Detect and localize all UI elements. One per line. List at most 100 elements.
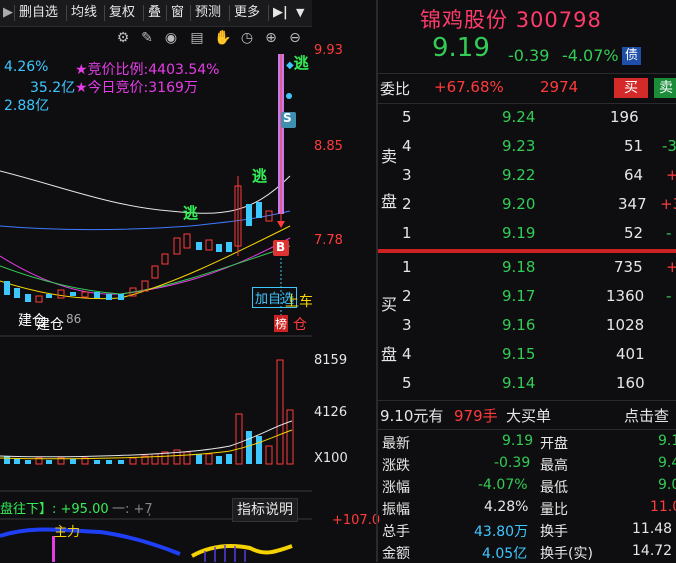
big-order-row: 9.10元有 979手 大买单 点击查: [378, 401, 676, 430]
clock-icon[interactable]: ◷: [238, 29, 256, 47]
bond-tag[interactable]: 债: [622, 47, 642, 65]
gear-icon[interactable]: ⚙: [114, 29, 132, 47]
candle: [94, 292, 100, 298]
macd-label-2: 一: +7̹: [112, 502, 153, 517]
main-force-label: 主力: [54, 525, 81, 540]
order-ratio-row: 委比 +67.68% 2974 买 卖: [378, 74, 676, 103]
current-price: 9.19: [432, 33, 490, 63]
big-order-prefix: 9.10元有: [380, 407, 444, 425]
candle: [246, 204, 252, 226]
stat-row-6: 金额 4.05亿 换手(实) 14.72: [382, 543, 673, 562]
ask-row-5[interactable]: 5 9.24 196: [378, 104, 676, 133]
volume-bars: [4, 359, 294, 465]
list-tag: 榜: [274, 315, 289, 332]
remove-watch-button[interactable]: 删自选: [16, 3, 61, 23]
chevron-down-icon[interactable]: ▼: [293, 3, 307, 23]
price-change: -0.39: [508, 46, 550, 65]
buy-button[interactable]: 买: [614, 78, 648, 98]
bid-row-1[interactable]: 1 9.18 735 +: [378, 254, 676, 283]
escape-signal-top: ◆逃: [286, 54, 309, 72]
candle: [118, 294, 124, 300]
candle: [35, 295, 43, 303]
ma-button[interactable]: 均线: [68, 3, 100, 23]
eye-icon[interactable]: ◉: [162, 29, 180, 47]
stock-code: 300798: [515, 8, 602, 32]
candle: [161, 253, 169, 265]
warehouse-tag: 仓: [293, 317, 307, 333]
candle: [25, 294, 31, 302]
stat-row-4: 振幅 4.28% 量比 11.0: [382, 499, 676, 518]
escape-signal-mid: 逃: [252, 167, 268, 185]
position-number: 86: [66, 312, 82, 326]
bid-ask-divider: [378, 249, 676, 253]
candle: [205, 239, 213, 251]
price-change-pct: -4.07%: [562, 46, 619, 65]
candle: [183, 233, 191, 249]
overlay-button[interactable]: 叠: [145, 3, 164, 23]
forecast-button[interactable]: 预测: [192, 3, 224, 23]
ask-row-1[interactable]: 1 9.19 52 -: [378, 220, 676, 249]
candle: [196, 242, 202, 250]
bid-row-3[interactable]: 3 9.16 1028: [378, 312, 676, 341]
zoom-in-icon[interactable]: ⊕: [262, 29, 280, 47]
candle: [106, 294, 112, 300]
overlay-line-1: 4.26%: [4, 59, 49, 75]
sell-button[interactable]: 卖: [654, 78, 676, 98]
candle: [81, 291, 89, 298]
bid-row-2[interactable]: 2 9.17 1360 -: [378, 283, 676, 312]
order-ratio-pct: +67.68%: [434, 78, 504, 96]
big-order-suffix: 大买单: [506, 407, 552, 425]
buy-signal-label: B: [276, 240, 286, 254]
price-tick-high: 9.93: [314, 43, 343, 58]
zoom-out-icon[interactable]: ⊖: [286, 29, 304, 47]
board-tag: 上车: [285, 294, 313, 310]
stat-row-3: 涨幅 -4.07% 最低 9.0: [382, 477, 676, 496]
chart-icon-bar: ⚙ ✎ ◉ ▤ ✋ ◷ ⊕ ⊖: [110, 29, 310, 49]
order-ratio-label: 委比: [380, 80, 411, 98]
candle: [151, 265, 159, 279]
ask-row-4[interactable]: 4 9.23 51 -3: [378, 133, 676, 162]
order-ratio-diff: 2974: [540, 78, 579, 96]
stat-row-1: 最新 9.19 开盘 9.1: [382, 433, 676, 452]
bid-row-4[interactable]: 4 9.15 401: [378, 341, 676, 370]
more-button[interactable]: 更多: [231, 3, 263, 23]
candle: [14, 288, 20, 298]
price-tick-low: 7.78: [314, 233, 343, 248]
candle: [216, 244, 222, 252]
archive-icon[interactable]: ▤: [188, 29, 206, 47]
ask-row-2[interactable]: 2 9.20 347 +3: [378, 191, 676, 220]
restore-rights-button[interactable]: 复权: [106, 3, 138, 23]
auction-price: ★今日竞价:3169万: [75, 80, 198, 96]
big-order-link[interactable]: 点击查: [624, 405, 669, 426]
candle: [226, 242, 232, 252]
candle: [256, 202, 262, 218]
hand-icon[interactable]: ✋: [214, 29, 232, 47]
stat-row-2: 涨跌 -0.39 最高 9.4: [382, 455, 676, 474]
bid-row-5[interactable]: 5 9.14 160: [378, 370, 676, 399]
candle: [173, 237, 181, 255]
macd-tick: +107.0: [332, 513, 381, 528]
price-tick-mid: 8.85: [314, 139, 343, 154]
build-position-tag-2: 建仓: [36, 317, 64, 333]
volume-tick-high: 8159: [314, 353, 348, 368]
big-order-qty: 979手: [454, 407, 498, 425]
price-axis: 9.93 8.85 7.78 8159 4126 X100 +107.0: [312, 26, 381, 562]
candle: [70, 292, 76, 296]
stat-row-5: 总手 43.80万 换手 11.48: [382, 521, 673, 540]
ask-row-3[interactable]: 3 9.22 64 +: [378, 162, 676, 191]
indicator-help-button[interactable]: 指标说明: [232, 498, 298, 522]
overlay-line-3: 2.88亿: [4, 98, 50, 114]
volume-unit: X100: [314, 451, 348, 466]
escape-signal-low: 逃: [183, 204, 199, 222]
window-button[interactable]: 窗: [168, 3, 187, 23]
volume-tick-mid: 4126: [314, 405, 348, 420]
stock-name: 锦鸡股份: [420, 8, 508, 32]
pen-icon[interactable]: ✎: [138, 29, 156, 47]
quote-stats: 最新 9.19 开盘 9.1 涨跌 -0.39 最高 9.4 涨幅 -4.07%…: [378, 430, 676, 562]
macd-label: 盘往下】: +95.00: [0, 502, 109, 517]
overlay-line-2: 35.2亿: [30, 80, 76, 96]
auction-ratio: ★竞价比例:4403.54%: [75, 62, 220, 78]
stock-title: 锦鸡股份 300798: [420, 4, 602, 34]
candle: [57, 289, 65, 299]
expand-icon[interactable]: ▶|: [270, 3, 291, 23]
